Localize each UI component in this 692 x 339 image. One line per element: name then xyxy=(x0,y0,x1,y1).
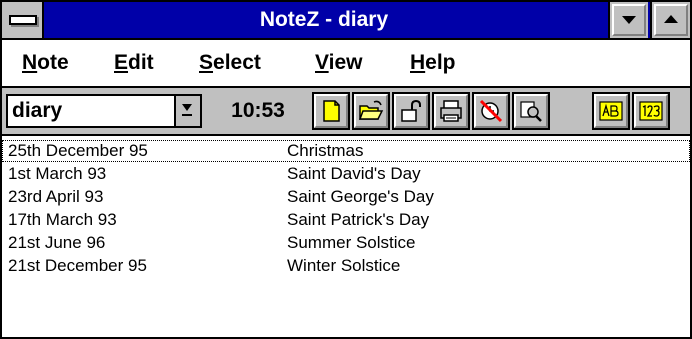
minimize-icon xyxy=(622,16,636,24)
sort-alpha-icon xyxy=(599,101,623,121)
new-note-icon xyxy=(323,100,340,122)
app-window: NoteZ - diary Note Edit Select View Help… xyxy=(0,0,692,339)
notes-list[interactable]: 25th December 95 Christmas 1st March 93 … xyxy=(2,136,690,337)
note-title: Saint David's Day xyxy=(287,164,421,183)
unlock-button[interactable] xyxy=(392,92,430,130)
note-title: Christmas xyxy=(287,141,364,160)
menu-select-accel: S xyxy=(199,51,214,74)
menu-note-accel: N xyxy=(22,51,38,74)
alarm-clock-icon xyxy=(479,99,503,123)
note-title: Saint George's Day xyxy=(287,187,434,206)
dropdown-underline xyxy=(182,114,192,116)
menu-select[interactable]: Select xyxy=(199,40,261,86)
print-button[interactable] xyxy=(432,92,470,130)
menu-bar: Note Edit Select View Help xyxy=(2,40,690,88)
combo-dropdown-button[interactable] xyxy=(174,96,200,126)
note-date: 21st December 95 xyxy=(8,256,147,275)
note-date: 1st March 93 xyxy=(8,164,107,183)
note-date: 21st June 96 xyxy=(8,233,106,252)
note-date: 25th December 95 xyxy=(8,141,148,160)
system-menu-button[interactable] xyxy=(2,2,44,38)
menu-view-label: iew xyxy=(328,51,363,74)
menu-note-label: ote xyxy=(37,51,69,74)
maximize-button[interactable] xyxy=(650,2,690,38)
unlock-icon xyxy=(401,99,421,122)
new-note-button[interactable] xyxy=(312,92,350,130)
toolbar: diary 10:53 xyxy=(2,88,690,136)
list-item[interactable]: 21st December 95 Winter Solstice xyxy=(2,255,690,277)
menu-edit[interactable]: Edit xyxy=(114,40,154,86)
list-item[interactable]: 17th March 93 Saint Patrick's Day xyxy=(2,209,690,231)
note-selector-combo[interactable]: diary xyxy=(6,94,202,128)
minimize-button[interactable] xyxy=(608,2,648,38)
menu-help-accel: H xyxy=(410,51,426,74)
note-title: Saint Patrick's Day xyxy=(287,210,430,229)
title-bar[interactable]: NoteZ - diary xyxy=(2,2,690,40)
list-item[interactable]: 21st June 96 Summer Solstice xyxy=(2,232,690,254)
note-selector-value: diary xyxy=(12,99,63,122)
alarm-button[interactable] xyxy=(472,92,510,130)
menu-edit-label: dit xyxy=(128,51,154,74)
maximize-icon xyxy=(664,15,678,23)
menu-help-label: elp xyxy=(425,51,456,74)
open-note-button[interactable] xyxy=(352,92,390,130)
menu-view-accel: V xyxy=(315,51,329,74)
sort-numeric-icon xyxy=(639,101,663,121)
open-folder-icon xyxy=(358,100,384,120)
menu-select-label: elect xyxy=(213,51,261,74)
find-button[interactable] xyxy=(512,92,550,130)
note-date: 23rd April 93 xyxy=(8,187,104,206)
list-item[interactable]: 25th December 95 Christmas xyxy=(2,140,690,162)
note-title: Summer Solstice xyxy=(287,233,416,252)
window-title: NoteZ - diary xyxy=(259,8,389,31)
sort-alpha-button[interactable] xyxy=(592,92,630,130)
menu-edit-accel: E xyxy=(114,51,129,74)
note-date: 17th March 93 xyxy=(8,210,117,229)
system-menu-icon xyxy=(9,15,37,25)
menu-view[interactable]: View xyxy=(315,40,363,86)
find-icon xyxy=(520,101,542,122)
list-item[interactable]: 1st March 93 Saint David's Day xyxy=(2,163,690,185)
printer-icon xyxy=(440,100,462,122)
chevron-down-icon xyxy=(182,104,192,111)
menu-help[interactable]: Help xyxy=(410,40,456,86)
note-title: Winter Solstice xyxy=(287,256,401,275)
menu-note[interactable]: Note xyxy=(22,40,69,86)
clock-display: 10:53 xyxy=(231,99,285,122)
sort-numeric-button[interactable] xyxy=(632,92,670,130)
list-item[interactable]: 23rd April 93 Saint George's Day xyxy=(2,186,690,208)
